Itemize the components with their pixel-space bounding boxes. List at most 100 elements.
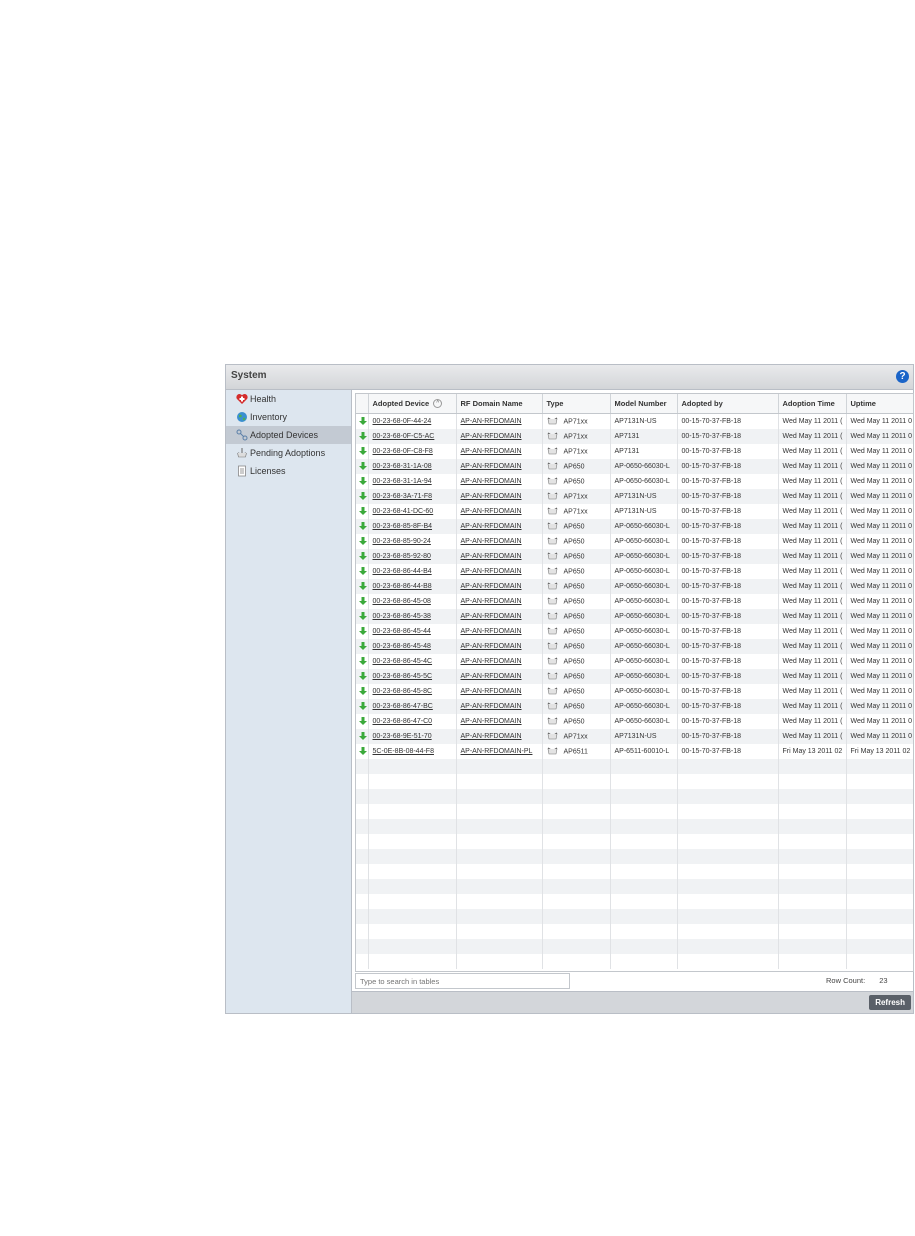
cell-adopted-device-text[interactable]: 00-23-68-0F-C8-F8	[373, 448, 433, 455]
cell-rf-domain-text[interactable]: AP-AN-RFDOMAIN	[461, 598, 522, 605]
cell-adopted-device[interactable]: 00-23-68-86-45-5C	[368, 669, 457, 684]
cell-adopted-device[interactable]: 00-23-68-86-45-8C	[368, 684, 457, 699]
cell-rf-domain[interactable]: AP-AN-RFDOMAIN	[456, 534, 543, 549]
cell-rf-domain-text[interactable]: AP-AN-RFDOMAIN	[461, 688, 522, 695]
table-row[interactable]: 00-23-68-85-92-80 AP-AN-RFDOMAIN AP650 AP-0…	[356, 549, 913, 564]
cell-rf-domain[interactable]: AP-AN-RFDOMAIN	[456, 549, 543, 564]
cell-rf-domain-text[interactable]: AP-AN-RFDOMAIN	[461, 508, 522, 515]
cell-adopted-device[interactable]: 00-23-68-0F-C5-AC	[368, 429, 457, 444]
cell-adopted-device[interactable]: 00-23-68-86-45-08	[368, 594, 457, 609]
table-row[interactable]: 00-23-68-9E-51-70 AP-AN-RFDOMAIN AP71xx AP7…	[356, 729, 913, 744]
help-icon[interactable]: ?	[896, 370, 909, 383]
cell-rf-domain[interactable]: AP-AN-RFDOMAIN	[456, 489, 543, 504]
cell-rf-domain-text[interactable]: AP-AN-RFDOMAIN	[461, 463, 522, 470]
cell-rf-domain[interactable]: AP-AN-RFDOMAIN	[456, 609, 543, 624]
table-row[interactable]: 00-23-68-3A-71-F8 AP-AN-RFDOMAIN AP71xx AP7…	[356, 489, 913, 504]
cell-adopted-device-text[interactable]: 00-23-68-41-DC-60	[373, 508, 434, 515]
cell-adopted-device[interactable]: 00-23-68-9E-51-70	[368, 729, 457, 744]
table-row[interactable]: 00-23-68-41-DC-60 AP-AN-RFDOMAIN AP71xx AP7…	[356, 504, 913, 519]
cell-adopted-device[interactable]: 00-23-68-0F-C8-F8	[368, 444, 457, 459]
table-row[interactable]: 00-23-68-85-90-24 AP-AN-RFDOMAIN AP650 AP-0…	[356, 534, 913, 549]
table-row[interactable]: 00-23-68-86-47-C0 AP-AN-RFDOMAIN AP650 AP-0…	[356, 714, 913, 729]
cell-adopted-device-text[interactable]: 00-23-68-0F-44-24	[373, 418, 432, 425]
cell-rf-domain-text[interactable]: AP-AN-RFDOMAIN-PL	[461, 748, 533, 755]
cell-adopted-device-text[interactable]: 00-23-68-31-1A-94	[373, 478, 432, 485]
cell-rf-domain-text[interactable]: AP-AN-RFDOMAIN	[461, 523, 522, 530]
table-row[interactable]: 00-23-68-86-45-4C AP-AN-RFDOMAIN AP650 AP-0…	[356, 654, 913, 669]
cell-rf-domain[interactable]: AP-AN-RFDOMAIN	[456, 594, 543, 609]
cell-adopted-device-text[interactable]: 00-23-68-86-45-4C	[373, 658, 433, 665]
cell-rf-domain[interactable]: AP-AN-RFDOMAIN	[456, 579, 543, 594]
cell-adopted-device-text[interactable]: 00-23-68-3A-71-F8	[373, 493, 433, 500]
table-row[interactable]: 00-23-68-86-45-38 AP-AN-RFDOMAIN AP650 AP-0…	[356, 609, 913, 624]
cell-adopted-device-text[interactable]: 00-23-68-86-45-5C	[373, 673, 433, 680]
cell-rf-domain[interactable]: AP-AN-RFDOMAIN	[456, 729, 543, 744]
refresh-button[interactable]: Refresh	[869, 995, 911, 1010]
table-row[interactable]: 00-23-68-85-8F-B4 AP-AN-RFDOMAIN AP650 AP-0…	[356, 519, 913, 534]
table-row[interactable]: 00-23-68-86-44-B4 AP-AN-RFDOMAIN AP650 AP-0…	[356, 564, 913, 579]
cell-rf-domain[interactable]: AP-AN-RFDOMAIN	[456, 654, 543, 669]
cell-adopted-device-text[interactable]: 00-23-68-86-45-38	[373, 613, 431, 620]
table-row[interactable]: 00-23-68-86-47-BC AP-AN-RFDOMAIN AP650 AP-0…	[356, 699, 913, 714]
header-model-number[interactable]: Model Number	[610, 394, 678, 414]
cell-adopted-device[interactable]: 00-23-68-31-1A-94	[368, 474, 457, 489]
cell-adopted-device-text[interactable]: 00-23-68-86-44-B8	[373, 583, 432, 590]
cell-rf-domain[interactable]: AP-AN-RFDOMAIN	[456, 714, 543, 729]
cell-rf-domain[interactable]: AP-AN-RFDOMAIN	[456, 669, 543, 684]
cell-adopted-device-text[interactable]: 00-23-68-0F-C5-AC	[373, 433, 435, 440]
table-row[interactable]: 00-23-68-0F-C5-AC AP-AN-RFDOMAIN AP71xx AP7…	[356, 429, 913, 444]
cell-rf-domain-text[interactable]: AP-AN-RFDOMAIN	[461, 553, 522, 560]
cell-adopted-device[interactable]: 00-23-68-86-44-B4	[368, 564, 457, 579]
cell-rf-domain[interactable]: AP-AN-RFDOMAIN	[456, 444, 543, 459]
cell-rf-domain-text[interactable]: AP-AN-RFDOMAIN	[461, 538, 522, 545]
header-adopted-by[interactable]: Adopted by	[677, 394, 779, 414]
cell-rf-domain[interactable]: AP-AN-RFDOMAIN	[456, 413, 543, 429]
sidebar-item-adopted-devices[interactable]: Adopted Devices	[226, 426, 351, 444]
header-adopted-device[interactable]: Adopted Device ^	[368, 394, 457, 414]
sort-icon[interactable]: ^	[433, 399, 443, 409]
cell-rf-domain[interactable]: AP-AN-RFDOMAIN	[456, 519, 543, 534]
cell-rf-domain-text[interactable]: AP-AN-RFDOMAIN	[461, 643, 522, 650]
cell-adopted-device-text[interactable]: 00-23-68-85-8F-B4	[373, 523, 433, 530]
table-search-input[interactable]	[355, 973, 570, 989]
sidebar-item-inventory[interactable]: Inventory	[226, 408, 351, 426]
cell-adopted-device[interactable]: 00-23-68-3A-71-F8	[368, 489, 457, 504]
cell-rf-domain-text[interactable]: AP-AN-RFDOMAIN	[461, 658, 522, 665]
cell-adopted-device[interactable]: 00-23-68-86-45-4C	[368, 654, 457, 669]
cell-adopted-device[interactable]: 00-23-68-86-44-B8	[368, 579, 457, 594]
cell-rf-domain[interactable]: AP-AN-RFDOMAIN	[456, 504, 543, 519]
table-row[interactable]: 00-23-68-0F-44-24 AP-AN-RFDOMAIN AP71xx AP7…	[356, 413, 913, 429]
cell-adopted-device[interactable]: 5C-0E-8B-08-44-F8	[368, 744, 457, 759]
cell-rf-domain-text[interactable]: AP-AN-RFDOMAIN	[461, 718, 522, 725]
cell-rf-domain-text[interactable]: AP-AN-RFDOMAIN	[461, 673, 522, 680]
cell-rf-domain-text[interactable]: AP-AN-RFDOMAIN	[461, 433, 522, 440]
table-row[interactable]: 00-23-68-86-45-8C AP-AN-RFDOMAIN AP650 AP-0…	[356, 684, 913, 699]
cell-adopted-device-text[interactable]: 00-23-68-86-45-48	[373, 643, 431, 650]
cell-rf-domain[interactable]: AP-AN-RFDOMAIN	[456, 564, 543, 579]
cell-adopted-device[interactable]: 00-23-68-85-8F-B4	[368, 519, 457, 534]
table-row[interactable]: 00-23-68-86-44-B8 AP-AN-RFDOMAIN AP650 AP-0…	[356, 579, 913, 594]
cell-adopted-device-text[interactable]: 00-23-68-86-45-8C	[373, 688, 433, 695]
table-row[interactable]: 5C-0E-8B-08-44-F8 AP-AN-RFDOMAIN-PL AP6511…	[356, 744, 913, 759]
sidebar-item-licenses[interactable]: Licenses	[226, 462, 351, 480]
table-row[interactable]: 00-23-68-0F-C8-F8 AP-AN-RFDOMAIN AP71xx AP7…	[356, 444, 913, 459]
cell-adopted-device-text[interactable]: 00-23-68-86-47-C0	[373, 718, 433, 725]
cell-adopted-device[interactable]: 00-23-68-85-90-24	[368, 534, 457, 549]
table-row[interactable]: 00-23-68-31-1A-94 AP-AN-RFDOMAIN AP650 AP-0…	[356, 474, 913, 489]
cell-rf-domain-text[interactable]: AP-AN-RFDOMAIN	[461, 568, 522, 575]
cell-rf-domain[interactable]: AP-AN-RFDOMAIN	[456, 474, 543, 489]
header-uptime[interactable]: Uptime	[846, 394, 913, 414]
sidebar-item-health[interactable]: Health	[226, 390, 351, 408]
cell-rf-domain-text[interactable]: AP-AN-RFDOMAIN	[461, 613, 522, 620]
cell-rf-domain-text[interactable]: AP-AN-RFDOMAIN	[461, 418, 522, 425]
cell-adopted-device-text[interactable]: 00-23-68-86-45-08	[373, 598, 431, 605]
cell-rf-domain-text[interactable]: AP-AN-RFDOMAIN	[461, 448, 522, 455]
cell-rf-domain[interactable]: AP-AN-RFDOMAIN	[456, 429, 543, 444]
cell-adopted-device[interactable]: 00-23-68-86-47-BC	[368, 699, 457, 714]
cell-adopted-device-text[interactable]: 00-23-68-31-1A-08	[373, 463, 432, 470]
cell-rf-domain-text[interactable]: AP-AN-RFDOMAIN	[461, 493, 522, 500]
cell-adopted-device[interactable]: 00-23-68-86-45-44	[368, 624, 457, 639]
table-row[interactable]: 00-23-68-86-45-44 AP-AN-RFDOMAIN AP650 AP-0…	[356, 624, 913, 639]
cell-rf-domain-text[interactable]: AP-AN-RFDOMAIN	[461, 733, 522, 740]
cell-rf-domain[interactable]: AP-AN-RFDOMAIN	[456, 639, 543, 654]
